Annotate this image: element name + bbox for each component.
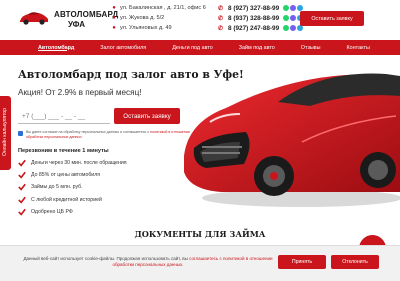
phone-icon: ✆ (218, 5, 224, 12)
phone-link[interactable]: 8 (927) 327-88-99 (228, 5, 279, 12)
list-item: До 85% от цены автомобиля (18, 169, 127, 181)
map-pin-icon: ● (112, 5, 116, 11)
viber-icon[interactable] (290, 15, 297, 21)
address-item: ● ул. Бакалинская , д. 21/1, офис 6 (110, 3, 206, 13)
nav-item-loan-for-car[interactable]: Займ под авто (239, 45, 275, 51)
section-title-documents: ДОКУМЕНТЫ ДЛЯ ЗАЙМА (134, 229, 266, 239)
phone-item: ✆ 8 (927) 247-88-99 (218, 23, 304, 33)
cookie-decline-button[interactable]: Отклонить (331, 255, 379, 269)
cookie-text: Данный веб-сайт использует cookie-файлы.… (22, 256, 274, 268)
logo-title: АВТОЛОМБАРД (54, 10, 119, 19)
benefits-list: Деньги через 30 мин. после обращения До … (18, 157, 127, 218)
phone-icon: ✆ (218, 15, 224, 22)
consent-checkbox[interactable] (18, 131, 23, 136)
address-text: ул. Ульяновых д. 49 (120, 25, 172, 31)
cookie-accept-button[interactable]: Принять (278, 255, 326, 269)
whatsapp-icon[interactable] (283, 15, 290, 21)
phone-input[interactable] (18, 110, 110, 124)
whatsapp-icon[interactable] (283, 5, 290, 11)
messenger-icons (282, 25, 304, 31)
address-item: ● ул. Жукова д. 5/2 (110, 13, 206, 23)
nav-item-contacts[interactable]: Контакты (347, 45, 370, 51)
nav-item-autolombard[interactable]: Автоломбард (38, 45, 74, 51)
consent-text: Вы даете согласие на обработку персональ… (26, 130, 190, 139)
hero-title: Автоломбард под залог авто в Уфе! (18, 68, 244, 81)
check-icon (18, 159, 26, 167)
side-tab-label: Онлайн калькулятор (2, 108, 8, 156)
cookie-text-main: Данный веб-сайт использует cookie-файлы.… (23, 256, 190, 261)
benefit-text: С любой кредитной историей (31, 196, 102, 203)
car-logo-icon (20, 12, 48, 25)
viber-icon[interactable] (290, 25, 297, 31)
phone-icon: ✆ (218, 25, 224, 32)
check-icon (18, 208, 26, 216)
whatsapp-icon[interactable] (283, 25, 290, 31)
messenger-icons (282, 5, 304, 11)
nav-item-reviews[interactable]: Отзывы (301, 45, 321, 51)
benefit-text: Займы до 5 млн. руб. (31, 184, 83, 191)
site-logo[interactable]: АВТОЛОМБАРД УФА (18, 4, 118, 34)
address-text: ул. Бакалинская , д. 21/1, офис 6 (120, 5, 206, 11)
check-icon (18, 171, 26, 179)
list-item: Деньги через 30 мин. после обращения (18, 157, 127, 169)
map-pin-icon: ● (112, 25, 116, 31)
benefit-text: Деньги через 30 мин. после обращения (31, 160, 127, 167)
callback-promise: Перезвоним в течение 1 минуты (18, 148, 109, 154)
apply-button[interactable]: Оставить заявку (114, 108, 180, 124)
header-callback-button[interactable]: Оставить заявку (300, 11, 364, 26)
phone-list: ✆ 8 (927) 327-88-99 ✆ 8 (937) 328-88-99 … (218, 3, 304, 33)
hero-subtitle: Акция! От 2.9% в первый месяц! (18, 88, 142, 97)
phone-item: ✆ 8 (937) 328-88-99 (218, 13, 304, 23)
consent-text-main: Вы даете согласие на обработку персональ… (26, 130, 151, 134)
list-item: С любой кредитной историей (18, 194, 127, 206)
phone-item: ✆ 8 (927) 327-88-99 (218, 3, 304, 13)
viber-icon[interactable] (290, 5, 297, 11)
map-pin-icon: ● (112, 15, 116, 21)
address-item: ● ул. Ульяновых д. 49 (110, 23, 206, 33)
list-item: Одобрено ЦБ РФ (18, 206, 127, 218)
phone-link[interactable]: 8 (937) 328-88-99 (228, 15, 279, 22)
check-icon (18, 196, 26, 204)
check-icon (18, 184, 26, 192)
list-item: Займы до 5 млн. руб. (18, 181, 127, 193)
logo-city: УФА (68, 20, 86, 29)
benefit-text: Одобрено ЦБ РФ (31, 208, 73, 215)
cookie-banner: Данный веб-сайт использует cookie-файлы.… (0, 245, 400, 281)
nav-item-money-for-car[interactable]: Деньги под авто (172, 45, 213, 51)
address-text: ул. Жукова д. 5/2 (120, 15, 165, 21)
phone-link[interactable]: 8 (927) 247-88-99 (228, 25, 279, 32)
nav-item-car-pledge[interactable]: Залог автомобиля (100, 45, 146, 51)
consent-block: Вы даете согласие на обработку персональ… (18, 130, 190, 139)
calculator-side-tab[interactable]: Онлайн калькулятор (0, 96, 11, 170)
benefit-text: До 85% от цены автомобиля (31, 172, 101, 179)
address-list: ● ул. Бакалинская , д. 21/1, офис 6 ● ул… (110, 3, 206, 33)
